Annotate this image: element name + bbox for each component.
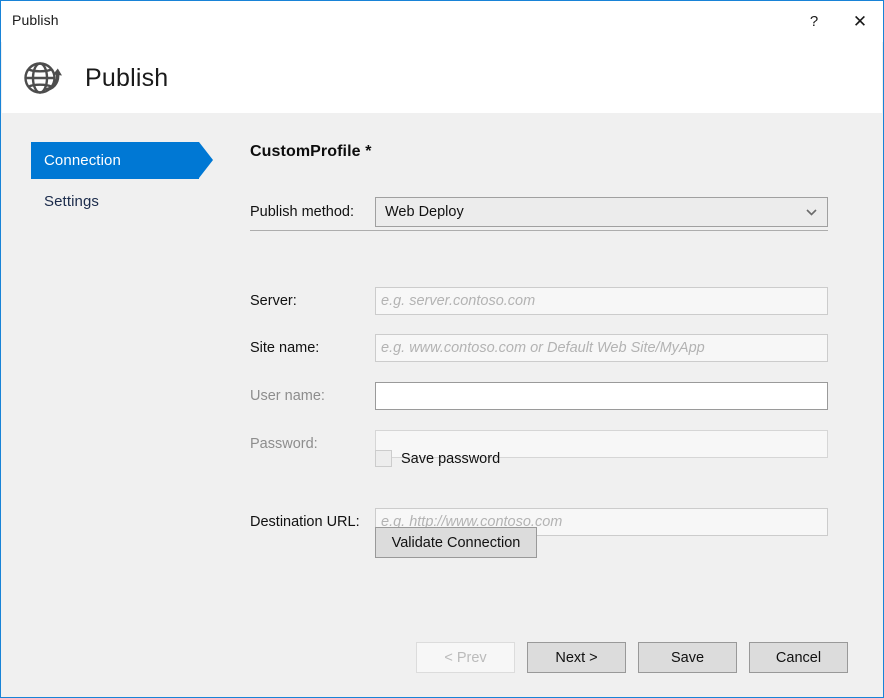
help-button[interactable]: ?	[791, 1, 837, 42]
window-title: Publish	[12, 12, 59, 28]
user-name-row: User name:	[250, 382, 828, 410]
dialog-header: Publish	[2, 42, 882, 113]
user-name-label: User name:	[250, 388, 325, 404]
site-name-input[interactable]	[375, 334, 828, 362]
dialog-footer-buttons: < Prev Next > Save Cancel	[416, 642, 848, 673]
user-name-input[interactable]	[375, 382, 828, 410]
destination-url-row: Destination URL:	[250, 508, 828, 536]
save-password-label: Save password	[401, 451, 500, 467]
question-mark-icon: ?	[810, 14, 818, 29]
password-row: Password:	[250, 430, 828, 458]
close-button[interactable]: ✕	[837, 1, 883, 42]
save-password-checkbox[interactable]: Save password	[375, 450, 500, 467]
server-row: Server:	[250, 287, 828, 315]
publish-method-select[interactable]: Web Deploy	[375, 197, 828, 227]
sidebar-nav: Connection Settings	[2, 113, 232, 697]
sidebar-item-label: Connection	[31, 152, 121, 169]
save-button[interactable]: Save	[638, 642, 737, 673]
next-button[interactable]: Next >	[527, 642, 626, 673]
publish-dialog-window: Publish ? ✕ Publi	[0, 0, 884, 698]
profile-name-heading: CustomProfile *	[250, 143, 372, 161]
window-controls: ? ✕	[791, 1, 883, 42]
site-name-row: Site name:	[250, 334, 828, 362]
server-input[interactable]	[375, 287, 828, 315]
checkbox-box-icon	[375, 450, 392, 467]
dialog-body: Connection Settings CustomProfile * Publ…	[2, 113, 882, 697]
sidebar-item-settings[interactable]: Settings	[31, 183, 199, 220]
publish-method-value: Web Deploy	[376, 204, 464, 220]
sidebar-item-label: Settings	[31, 193, 99, 210]
connection-pane: CustomProfile * Publish method: Web Depl…	[232, 113, 882, 697]
page-title: Publish	[85, 64, 168, 93]
publish-method-row: Publish method: Web Deploy	[250, 197, 828, 227]
sidebar-item-connection[interactable]: Connection	[31, 142, 199, 179]
validate-connection-button[interactable]: Validate Connection	[375, 527, 537, 558]
chevron-down-icon	[805, 206, 817, 218]
title-bar: Publish ? ✕	[1, 1, 883, 42]
cancel-button[interactable]: Cancel	[749, 642, 848, 673]
server-label: Server:	[250, 293, 297, 309]
globe-publish-icon	[19, 55, 65, 101]
publish-method-label: Publish method:	[250, 204, 354, 220]
section-divider	[250, 230, 828, 231]
password-label: Password:	[250, 436, 318, 452]
destination-url-label: Destination URL:	[250, 514, 360, 530]
prev-button[interactable]: < Prev	[416, 642, 515, 673]
close-icon: ✕	[853, 13, 867, 30]
site-name-label: Site name:	[250, 340, 319, 356]
